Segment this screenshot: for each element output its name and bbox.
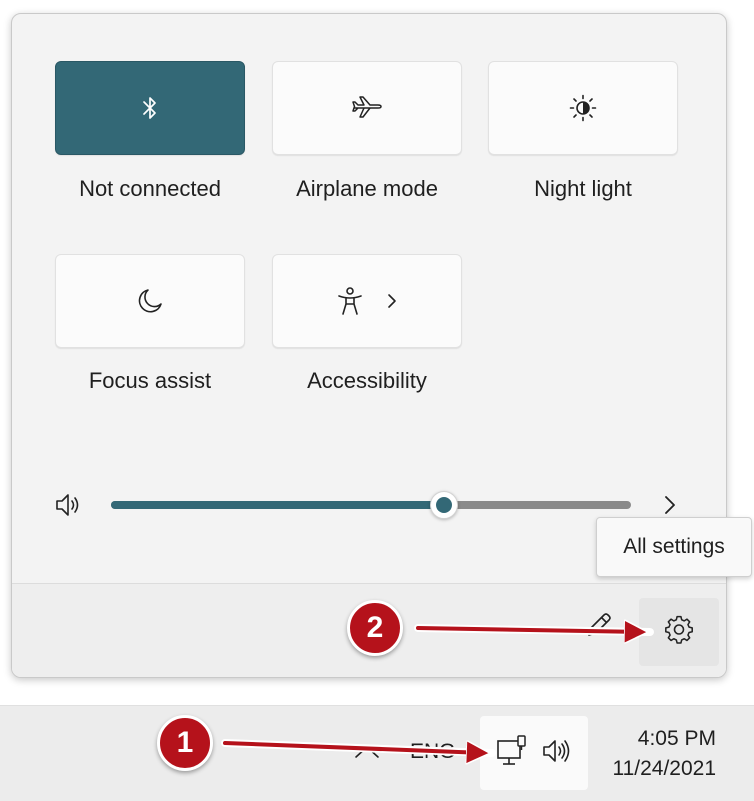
gear-icon <box>664 615 694 650</box>
bluetooth-tile[interactable] <box>55 61 245 155</box>
taskbar-clock[interactable]: 4:05 PM 11/24/2021 <box>612 724 716 784</box>
airplane-mode-tile[interactable] <box>272 61 462 155</box>
pencil-icon[interactable] <box>584 610 614 640</box>
moon-icon <box>136 287 164 315</box>
speaker-icon <box>541 737 575 770</box>
annotation-badge-2: 2 <box>347 600 403 656</box>
taskbar: ENG 4:05 PM 11/24/2021 <box>0 705 754 801</box>
system-tray-group[interactable] <box>480 716 588 790</box>
bluetooth-tile-label: Not connected <box>79 176 221 201</box>
all-settings-button[interactable] <box>639 598 719 666</box>
brightness-icon <box>568 93 598 123</box>
chevron-up-icon[interactable] <box>353 743 381 761</box>
input-language[interactable]: ENG <box>410 740 456 764</box>
all-settings-tooltip: All settings <box>596 517 752 577</box>
annotation-badge-1: 1 <box>157 715 213 771</box>
chevron-right-icon <box>386 292 398 310</box>
volume-slider-fill <box>111 501 444 509</box>
volume-slider[interactable] <box>111 491 631 519</box>
clock-time: 4:05 PM <box>637 727 716 750</box>
speaker-icon[interactable] <box>54 492 84 518</box>
night-light-tile[interactable] <box>488 61 678 155</box>
focus-assist-tile-label: Focus assist <box>88 368 212 393</box>
accessibility-tile-label: Accessibility <box>307 368 427 393</box>
clock-date: 11/24/2021 <box>612 757 716 780</box>
focus-assist-tile[interactable] <box>55 254 245 348</box>
night-light-tile-label: Night light <box>534 176 632 201</box>
accessibility-tile[interactable] <box>272 254 462 348</box>
airplane-mode-tile-label: Airplane mode <box>296 176 438 201</box>
quick-settings-flyout: Not connected Airplane mode Night light … <box>11 13 727 678</box>
volume-slider-thumb[interactable] <box>429 491 458 519</box>
network-icon <box>494 733 530 774</box>
chevron-right-icon[interactable] <box>659 492 681 518</box>
airplane-icon <box>351 94 383 122</box>
accessibility-icon <box>336 286 364 316</box>
bluetooth-icon <box>139 94 161 122</box>
